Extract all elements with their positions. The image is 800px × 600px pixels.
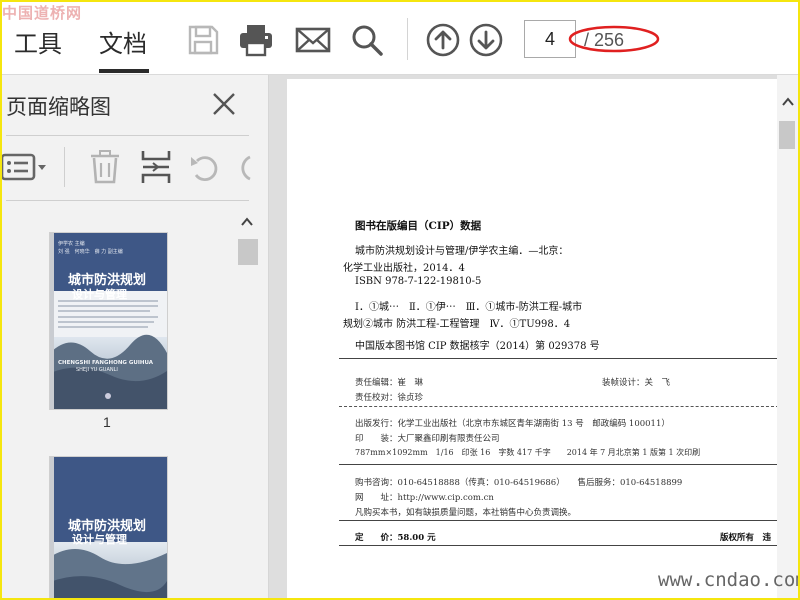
document-page: 图书在版编目（CIP）数据 城市防洪规划设计与管理/伊学农主编．—北京： 化学工… — [287, 79, 782, 598]
doc-line: 中国版本图书馆 CIP 数据核字（2014）第 029378 号 — [355, 341, 600, 352]
divider — [339, 358, 779, 359]
svg-text:刘 强 何晓华 薛 力 副主编: 刘 强 何晓华 薛 力 副主编 — [58, 248, 123, 255]
watermark-top-left: 中国道桥网 — [2, 4, 83, 22]
divider — [339, 406, 779, 407]
tab-tools[interactable]: 工具 — [14, 24, 62, 59]
insert-page-icon[interactable] — [140, 149, 172, 185]
page-thumbnails-panel: 页面缩略图 伊学农 主编 刘 强 何晓华 薛 力 副主编 CHENGSHI FA… — [2, 75, 269, 598]
doc-spec: 787mm×1092mm 1/16 印张 16 字数 417 千字 2014 年… — [355, 448, 701, 457]
doc-notice: 凡购买本书，如有缺损质量问题，本社销售中心负责调换。 — [355, 508, 577, 518]
doc-rights: 版权所有 违 — [720, 533, 772, 543]
panel-toolbar-separator — [64, 147, 65, 187]
page-thumbnail[interactable]: 城市防洪规划 设计与管理 — [50, 457, 167, 598]
chevron-up-icon[interactable] — [241, 217, 253, 227]
undo-icon[interactable] — [188, 149, 222, 185]
doc-editor: 责任编辑：崔 琳 — [355, 378, 424, 388]
print-icon[interactable] — [238, 22, 274, 58]
scrollbar-thumb[interactable] — [779, 121, 795, 149]
panel-title: 页面缩略图 — [6, 95, 111, 119]
watermark-bottom-right: www.cndao.com — [658, 569, 800, 591]
top-toolbar: 中国道桥网 工具 文档 4 / 256 — [2, 2, 798, 75]
thumbnail-list: 伊学农 主编 刘 强 何晓华 薛 力 副主编 CHENGSHI FANGHONG… — [6, 201, 264, 598]
chevron-up-icon[interactable] — [782, 97, 794, 107]
divider — [339, 520, 779, 521]
page-thumbnail[interactable]: 伊学农 主编 刘 强 何晓华 薛 力 副主编 CHENGSHI FANGHONG… — [50, 233, 167, 409]
doc-price: 定 价：58.00 元 — [355, 533, 436, 543]
search-icon[interactable] — [349, 22, 385, 58]
doc-line: ISBN 978-7-122-19810-5 — [355, 276, 482, 287]
cip-heading: 图书在版编目（CIP）数据 — [355, 220, 482, 232]
thumbnail-scrollbar[interactable] — [236, 215, 258, 595]
doc-line: Ⅰ．①城⋯ Ⅱ．①伊⋯ Ⅲ．①城市-防洪工程-城市 — [355, 302, 583, 313]
arrow-up-circle-icon[interactable] — [425, 22, 461, 58]
save-icon[interactable] — [185, 22, 221, 58]
doc-printer: 印 装：大厂聚鑫印刷有限责任公司 — [355, 434, 500, 444]
options-menu-icon[interactable] — [2, 149, 50, 185]
svg-text:SHEJI YU GUANLI: SHEJI YU GUANLI — [76, 367, 118, 373]
svg-text:CHENGSHI FANGHONG GUIHUA: CHENGSHI FANGHONG GUIHUA — [58, 360, 154, 366]
divider — [339, 545, 779, 546]
svg-text:伊学农 主编: 伊学农 主编 — [58, 240, 85, 247]
close-icon[interactable] — [211, 91, 237, 117]
trash-icon[interactable] — [88, 149, 122, 185]
doc-line: 化学工业出版社，2014．4 — [343, 263, 465, 274]
cover-subtitle: 设计与管理 — [72, 288, 127, 301]
redo-icon[interactable] — [238, 149, 252, 185]
thumbnail-page-number: 1 — [103, 414, 111, 430]
highlight-ellipse — [568, 25, 660, 53]
doc-publisher: 出版发行：化学工业出版社（北京市东城区青年湖南街 13 号 邮政编码 10001… — [355, 419, 670, 429]
doc-website: 网 址：http://www.cip.com.cn — [355, 493, 494, 503]
arrow-down-circle-icon[interactable] — [468, 22, 504, 58]
divider — [339, 464, 779, 465]
active-tab-indicator — [99, 69, 149, 73]
tab-document[interactable]: 文档 — [99, 24, 147, 59]
app-window: 中国道桥网 工具 文档 4 / 256 页面缩略图 伊学农 主编 刘 强 何晓华… — [0, 0, 800, 600]
mail-icon[interactable] — [295, 22, 331, 58]
cover-subtitle: 设计与管理 — [72, 533, 127, 546]
panel-divider — [6, 135, 249, 136]
document-scrollbar[interactable] — [777, 75, 798, 598]
doc-proofreader: 责任校对：徐贞珍 — [355, 393, 424, 403]
document-viewer: 图书在版编目（CIP）数据 城市防洪规划设计与管理/伊学农主编．—北京： 化学工… — [269, 75, 798, 598]
doc-line: 城市防洪规划设计与管理/伊学农主编．—北京： — [355, 246, 569, 257]
book-cover-image: 伊学农 主编 刘 强 何晓华 薛 力 副主编 CHENGSHI FANGHONG… — [50, 233, 167, 409]
doc-consult: 购书咨询：010-64518888（传真：010-64519686） 售后服务：… — [355, 478, 683, 488]
doc-designer: 装帧设计：关 飞 — [602, 378, 671, 388]
doc-line: 规划②城市 防洪工程-工程管理 Ⅳ．①TU998．4 — [343, 319, 571, 330]
scrollbar-thumb[interactable] — [238, 239, 258, 265]
toolbar-separator — [407, 18, 408, 60]
